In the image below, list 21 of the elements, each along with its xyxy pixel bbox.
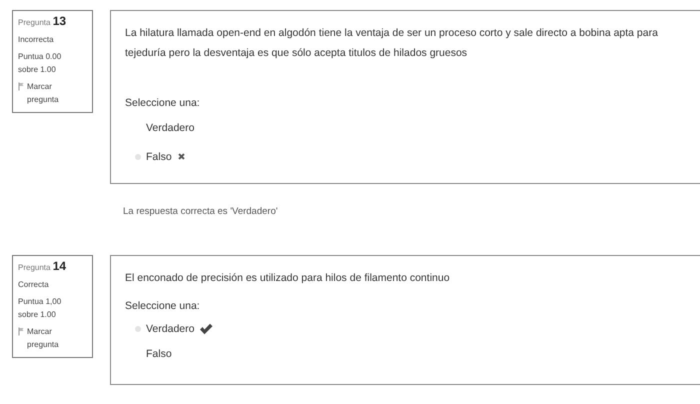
radio-button[interactable] — [135, 154, 141, 160]
option-label[interactable]: Falso — [146, 146, 172, 166]
question-text: La hilatura llamada open-end en algodón tiene la ventaja de ser un proceso corto y sale directo a bobina apta para tejeduría pero la desventaja es que sólo acepta titulos de hilados gruesos — [125, 27, 658, 59]
option-label[interactable]: Falso — [146, 344, 172, 364]
flag-question-link[interactable]: Marcar pregunta — [27, 80, 80, 106]
question-score: Puntua 1,00 sobre 1.00 — [18, 296, 62, 321]
correct-answer-feedback: La respuesta correcta es 'Verdadero' — [123, 206, 279, 217]
question-number: Pregunta 14 — [18, 260, 68, 274]
flag-question-link[interactable]: Marcar pregunta — [27, 325, 80, 351]
option-label[interactable]: Verdadero — [146, 118, 194, 138]
answer-prompt: Seleccione una: — [125, 96, 201, 111]
flag-icon[interactable] — [18, 82, 24, 91]
question-score: Puntua 0.00 sobre 1.00 — [18, 51, 62, 76]
answer-prompt: Seleccione una: — [125, 299, 201, 314]
question-number: Pregunta 13 — [18, 15, 68, 29]
flag-icon[interactable] — [18, 327, 24, 336]
option-label[interactable]: Verdadero — [146, 318, 194, 338]
question-status: Incorrecta — [18, 34, 55, 46]
question-text: El enconado de precisión es utilizado para hilos de filamento continuo — [125, 272, 450, 284]
radio-button[interactable] — [135, 326, 141, 332]
question-status: Correcta — [18, 279, 50, 291]
